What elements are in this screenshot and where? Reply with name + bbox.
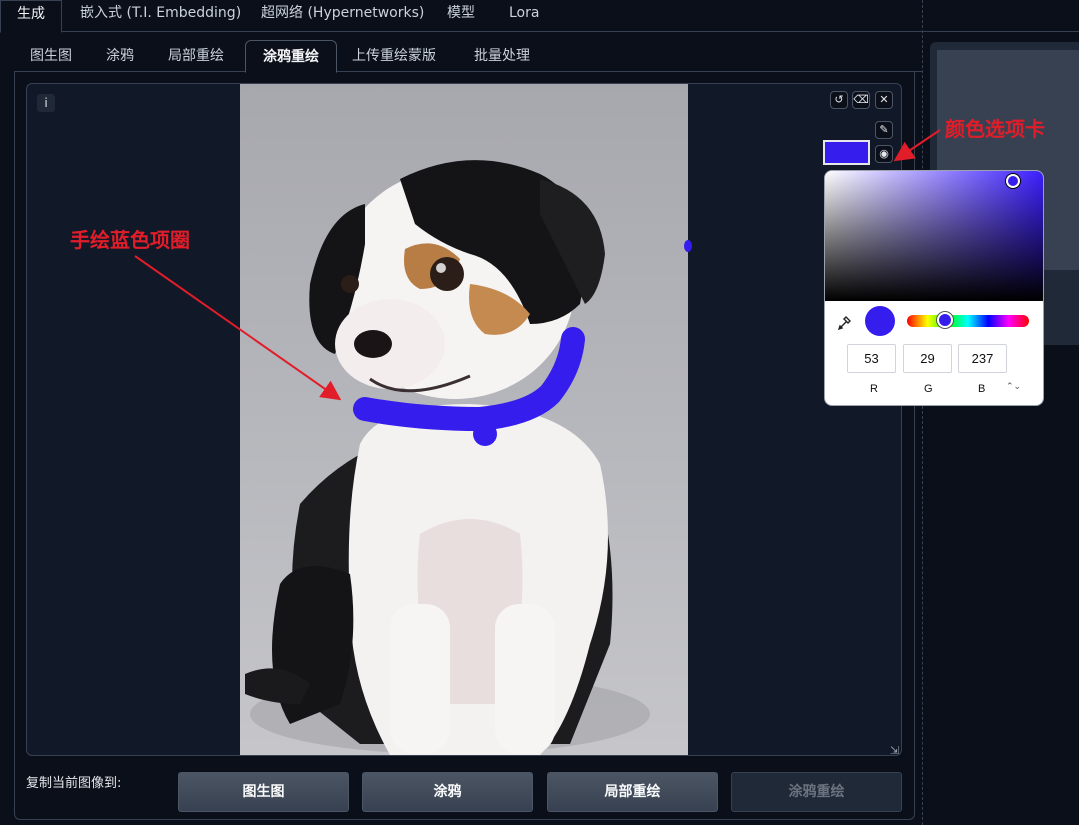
eyedropper-icon[interactable] bbox=[837, 313, 853, 335]
copy-to-img2img-button[interactable]: 图生图 bbox=[178, 772, 349, 812]
tab-inpaint[interactable]: 局部重绘 bbox=[168, 40, 224, 72]
top-tab-bar: 生成 嵌入式 (T.I. Embedding) 超网络 (Hypernetwor… bbox=[0, 0, 1079, 33]
info-label: i bbox=[37, 94, 55, 112]
copy-to-inpaint-button[interactable]: 局部重绘 bbox=[547, 772, 718, 812]
tab-embedding[interactable]: 嵌入式 (T.I. Embedding) bbox=[80, 0, 241, 32]
blue-input[interactable]: 237 bbox=[958, 344, 1007, 373]
eraser-icon[interactable]: ⌫ bbox=[852, 91, 870, 109]
palette-icon[interactable]: ◉ bbox=[875, 145, 893, 163]
puppy-image[interactable] bbox=[240, 84, 688, 755]
saturation-area[interactable] bbox=[825, 171, 1043, 301]
color-preview bbox=[865, 306, 895, 336]
tab-sketch[interactable]: 涂鸦 bbox=[106, 40, 134, 72]
tab-generate[interactable]: 生成 bbox=[0, 0, 62, 33]
saturation-handle[interactable] bbox=[1006, 174, 1020, 188]
tab-inpaint-sketch[interactable]: 涂鸦重绘 bbox=[245, 40, 337, 73]
column-separator bbox=[922, 0, 923, 825]
mode-toggle-icon[interactable]: ⌃⌄ bbox=[1006, 381, 1021, 392]
copy-to-inpaint-sketch-button[interactable]: 涂鸦重绘 bbox=[731, 772, 902, 812]
copy-to-label: 复制当前图像到: bbox=[26, 776, 122, 791]
resize-handle-icon[interactable]: ⇲ bbox=[890, 744, 899, 757]
undo-icon[interactable]: ↺ bbox=[830, 91, 848, 109]
brush-color-swatch[interactable] bbox=[823, 140, 870, 165]
tab-hypernetworks[interactable]: 超网络 (Hypernetworks) bbox=[261, 0, 424, 32]
puppy-illustration bbox=[245, 160, 650, 755]
tab-img2img[interactable]: 图生图 bbox=[30, 40, 72, 72]
close-icon[interactable]: ✕ bbox=[875, 91, 893, 109]
copy-to-sketch-button[interactable]: 涂鸦 bbox=[362, 772, 533, 812]
red-input[interactable]: 53 bbox=[847, 344, 896, 373]
hue-slider-handle[interactable] bbox=[937, 312, 953, 328]
annotation-collar: 手绘蓝色项圈 bbox=[70, 228, 190, 252]
brush-stroke-dot bbox=[684, 240, 692, 252]
red-label: R bbox=[870, 383, 878, 395]
color-picker-popup[interactable]: 53 29 237 R G B ⌃⌄ bbox=[824, 170, 1044, 406]
blue-label: B bbox=[978, 383, 986, 395]
tab-model[interactable]: 模型 bbox=[447, 0, 475, 32]
tab-lora[interactable]: Lora bbox=[509, 0, 539, 32]
tab-batch[interactable]: 批量处理 bbox=[474, 40, 530, 72]
brush-icon[interactable]: ✎ bbox=[875, 121, 893, 139]
green-label: G bbox=[924, 383, 933, 395]
tab-inpaint-upload[interactable]: 上传重绘蒙版 bbox=[352, 40, 436, 72]
annotation-color-tab: 颜色选项卡 bbox=[945, 117, 1045, 141]
sub-tab-bar: 图生图 涂鸦 局部重绘 涂鸦重绘 上传重绘蒙版 批量处理 bbox=[14, 40, 922, 73]
green-input[interactable]: 29 bbox=[903, 344, 952, 373]
hue-slider[interactable] bbox=[907, 315, 1029, 327]
